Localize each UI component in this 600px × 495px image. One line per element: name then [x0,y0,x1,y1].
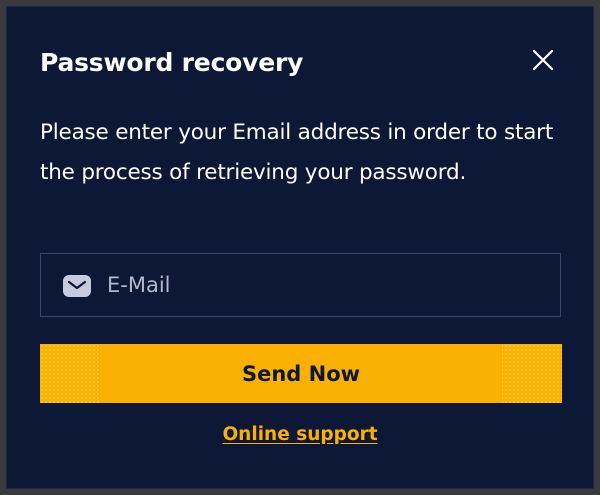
email-field[interactable] [40,253,561,317]
online-support-link[interactable]: Online support [7,424,593,445]
dialog-description: Please enter your Email address in order… [40,120,554,185]
password-recovery-dialog: Password recovery Please enter your Emai… [6,6,594,489]
email-input[interactable] [107,254,547,316]
mail-icon [63,275,91,297]
window-frame: Password recovery Please enter your Emai… [0,0,600,495]
close-button[interactable] [527,45,559,77]
close-icon [532,49,554,71]
send-now-label: Send Now [241,361,361,386]
dialog-title: Password recovery [40,48,304,77]
send-now-button[interactable]: Send Now [40,344,562,403]
